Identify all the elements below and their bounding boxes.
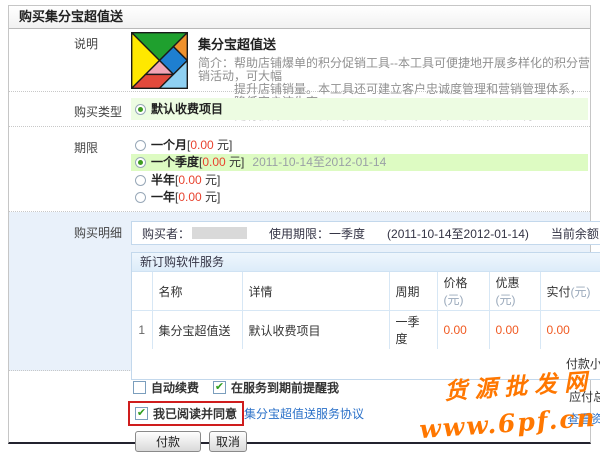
usage-term: 使用期限：一季度	[269, 225, 365, 242]
radio-icon[interactable]	[135, 175, 146, 186]
intro-prefix: 简介：	[198, 56, 234, 70]
radio-icon[interactable]	[135, 104, 146, 115]
purchase-dialog: 购买集分宝超值送 说明 集分宝超值送 简介：帮助店铺爆单的积	[8, 5, 591, 444]
description-label: 说明	[74, 32, 131, 91]
remind-label: 在服务到期前提醒我	[231, 379, 339, 396]
usage-date-range: (2011-10-14至2012-01-14)	[387, 225, 529, 242]
term-label: 期限	[74, 127, 131, 211]
auto-renew-label: 自动续费	[151, 379, 199, 396]
highlight-annotation-box: ✔ 我已阅读并同意	[128, 401, 244, 426]
description-section: 说明 集分宝超值送 简介：帮助店铺爆单的积分促销工具--本工具可便捷地开展多样化…	[9, 29, 590, 92]
radio-one-month[interactable]: 一个月[0.00 元]	[131, 137, 590, 153]
radio-half-year[interactable]: 半年[0.00 元]	[131, 172, 590, 188]
remind-checkbox[interactable]: ✔	[213, 381, 226, 394]
radio-default-charge[interactable]: 默认收费项目	[131, 98, 588, 120]
table-row: 1 集分宝超值送 默认收费项目 一季度 0.00 0.00 0.00	[132, 311, 600, 350]
services-table: 新订购软件服务 名称 详情 周期 价格(元) 优惠(元) 实付(元) 1 集分宝…	[131, 252, 600, 380]
cancel-button[interactable]: 取消	[209, 431, 247, 452]
tangram-logo-icon	[131, 32, 188, 89]
product-title: 集分宝超值送	[198, 34, 590, 53]
check-icon: ✔	[137, 408, 146, 419]
radio-icon[interactable]	[135, 192, 146, 203]
agree-label: 我已阅读并同意	[153, 405, 237, 422]
term-date-range: 2011-10-14至2012-01-14	[252, 155, 386, 169]
purchase-detail-section: 购买明细 购买者： 使用期限：一季度 (2011-10-14至2012-01-1…	[9, 212, 590, 371]
auto-renew-checkbox[interactable]	[133, 381, 146, 394]
table-section-title: 新订购软件服务	[132, 253, 600, 272]
purchase-type-section: 购买类型 默认收费项目	[9, 92, 590, 127]
check-icon: ✔	[215, 382, 224, 393]
radio-icon[interactable]	[135, 157, 146, 168]
radio-one-quarter[interactable]: 一个季度[0.00 元]2011-10-14至2012-01-14	[131, 154, 588, 171]
agree-checkbox[interactable]: ✔	[135, 407, 148, 420]
purchase-type-label: 购买类型	[74, 92, 131, 126]
buyer-info-bar: 购买者： 使用期限：一季度 (2011-10-14至2012-01-14) 当前…	[131, 221, 600, 245]
radio-one-year[interactable]: 一年[0.00 元]	[131, 189, 590, 205]
agreement-link[interactable]: 集分宝超值送服务协议	[244, 405, 364, 422]
buyer-name-redacted	[192, 227, 247, 239]
dialog-title: 购买集分宝超值送	[9, 6, 590, 29]
radio-icon[interactable]	[135, 140, 146, 151]
table-header-row: 名称 详情 周期 价格(元) 优惠(元) 实付(元)	[132, 272, 600, 311]
confirm-section: 自动续费 ✔ 在服务到期前提醒我 ✔ 我已阅读并同意 集分宝超值送服务协议 付款…	[9, 371, 590, 452]
purchase-detail-label: 购买明细	[74, 221, 131, 370]
pay-button[interactable]: 付款	[135, 431, 201, 452]
term-section: 期限 一个月[0.00 元] 一个季度[0.00 元]2011-10-14至20…	[9, 127, 590, 212]
balance-label: 当前余额：	[551, 225, 600, 242]
buyer-label: 购买者：	[142, 225, 190, 242]
